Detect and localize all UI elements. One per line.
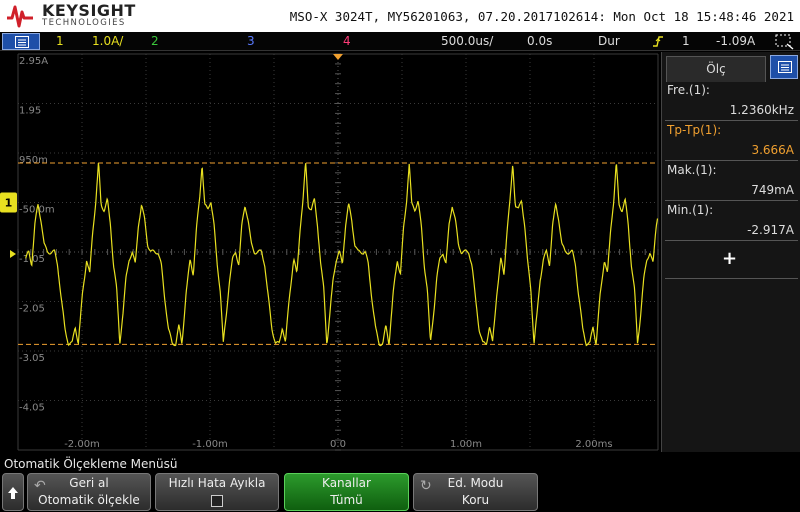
softkey-line2: Otomatik ölçekle xyxy=(38,493,140,507)
waveform-display[interactable]: 2.95A 1.95 950m -50.0m -1.05 -2.05 -3.05 -4.05-… xyxy=(0,52,660,452)
softkey-line1: Kanallar xyxy=(322,476,371,490)
trigger-level-marker xyxy=(10,249,16,258)
pkpk-value: 3.666A xyxy=(751,143,794,157)
softkey-line2: Tümü xyxy=(330,493,363,507)
menu-icon xyxy=(15,36,29,48)
x-axis-label: -2.00m xyxy=(64,439,100,450)
acquisition-mode[interactable]: Dur xyxy=(598,34,620,48)
keysight-logo-icon xyxy=(7,5,33,28)
delay[interactable]: 0.0s xyxy=(527,34,552,48)
softkey-line2: Koru xyxy=(461,493,490,507)
ch3-number[interactable]: 3 xyxy=(247,34,255,48)
softkey-line1: Ed. Modu xyxy=(447,476,504,490)
channels-button[interactable]: Kanallar Tümü xyxy=(284,473,409,511)
divider xyxy=(665,240,798,241)
ch4-number[interactable]: 4 xyxy=(343,34,351,48)
ch1-ground-label: 1 xyxy=(5,197,13,210)
trigger-source[interactable]: 1 xyxy=(682,34,690,48)
menu-up-button[interactable] xyxy=(2,473,24,511)
trigger-position-marker xyxy=(333,54,343,60)
min-value: -2.917A xyxy=(747,223,794,237)
undo-icon: ↶ xyxy=(34,478,46,494)
y-axis-label: -2.05 xyxy=(19,304,45,315)
divider xyxy=(665,278,798,279)
arrow-up-icon xyxy=(8,487,18,499)
x-axis-label: 1.00m xyxy=(450,439,482,450)
y-axis-label: 950m xyxy=(19,155,48,166)
divider xyxy=(665,200,798,201)
freq-value: 1.2360kHz xyxy=(729,103,794,117)
ch2-number[interactable]: 2 xyxy=(151,34,159,48)
divider xyxy=(665,120,798,121)
y-axis-label: -3.05 xyxy=(19,353,45,364)
fast-debug-checkbox[interactable] xyxy=(211,495,223,507)
tab-measurements[interactable]: Ölç xyxy=(666,56,766,82)
ch1-scale[interactable]: 1.0A/ xyxy=(92,34,123,48)
x-axis-label: -1.00m xyxy=(192,439,228,450)
menu-button[interactable] xyxy=(2,33,40,50)
x-axis-label: 0.0 xyxy=(330,439,346,450)
top-banner: KEYSIGHT TECHNOLOGIES MSO-X 3024T, MY562… xyxy=(0,0,800,32)
y-axis-label: 1.95 xyxy=(19,106,41,117)
max-label: Mak.(1): xyxy=(667,163,717,177)
instrument-info: MSO-X 3024T, MY56201063, 07.20.201710261… xyxy=(289,9,794,24)
softkey-line1: Geri al xyxy=(69,476,109,490)
panel-menu-button[interactable] xyxy=(770,55,798,79)
fast-debug-button[interactable]: Hızlı Hata Ayıkla xyxy=(155,473,279,511)
max-value: 749mA xyxy=(751,183,794,197)
add-measurement-button[interactable]: + xyxy=(722,248,737,269)
softkey-line1: Hızlı Hata Ayıkla xyxy=(168,476,266,490)
timebase[interactable]: 500.0us/ xyxy=(441,34,493,48)
divider xyxy=(665,160,798,161)
graticule: 2.95A1.95950m-50.0m-1.05-2.05-3.05-4.05-… xyxy=(0,53,659,451)
measurement-panel: Ölç Fre.(1): 1.2360kHz Tp-Tp(1): 3.666A … xyxy=(661,52,800,452)
y-axis-label: 2.95A xyxy=(19,56,48,67)
edit-mode-button[interactable]: ↻ Ed. Modu Koru xyxy=(413,473,538,511)
status-bar: 1 1.0A/ 2 3 4 500.0us/ 0.0s Dur 1 -1.09A xyxy=(0,32,800,51)
menu-icon xyxy=(778,61,792,73)
ch1-number[interactable]: 1 xyxy=(56,34,64,48)
y-axis-label: -4.05 xyxy=(19,403,45,414)
undo-autoscale-button[interactable]: ↶ Geri al Otomatik ölçekle xyxy=(27,473,151,511)
softkey-menu-title: Otomatik Ölçekleme Menüsü xyxy=(4,457,178,471)
rotate-knob-icon: ↻ xyxy=(420,478,432,494)
pkpk-label: Tp-Tp(1): xyxy=(667,123,722,137)
trigger-level[interactable]: -1.09A xyxy=(716,34,755,48)
zoom-box-icon[interactable] xyxy=(775,34,795,50)
brand-subtitle: TECHNOLOGIES xyxy=(42,18,126,28)
freq-label: Fre.(1): xyxy=(667,83,710,97)
trigger-edge-icon xyxy=(653,36,663,47)
x-axis-label: 2.00ms xyxy=(575,439,612,450)
min-label: Min.(1): xyxy=(667,203,714,217)
